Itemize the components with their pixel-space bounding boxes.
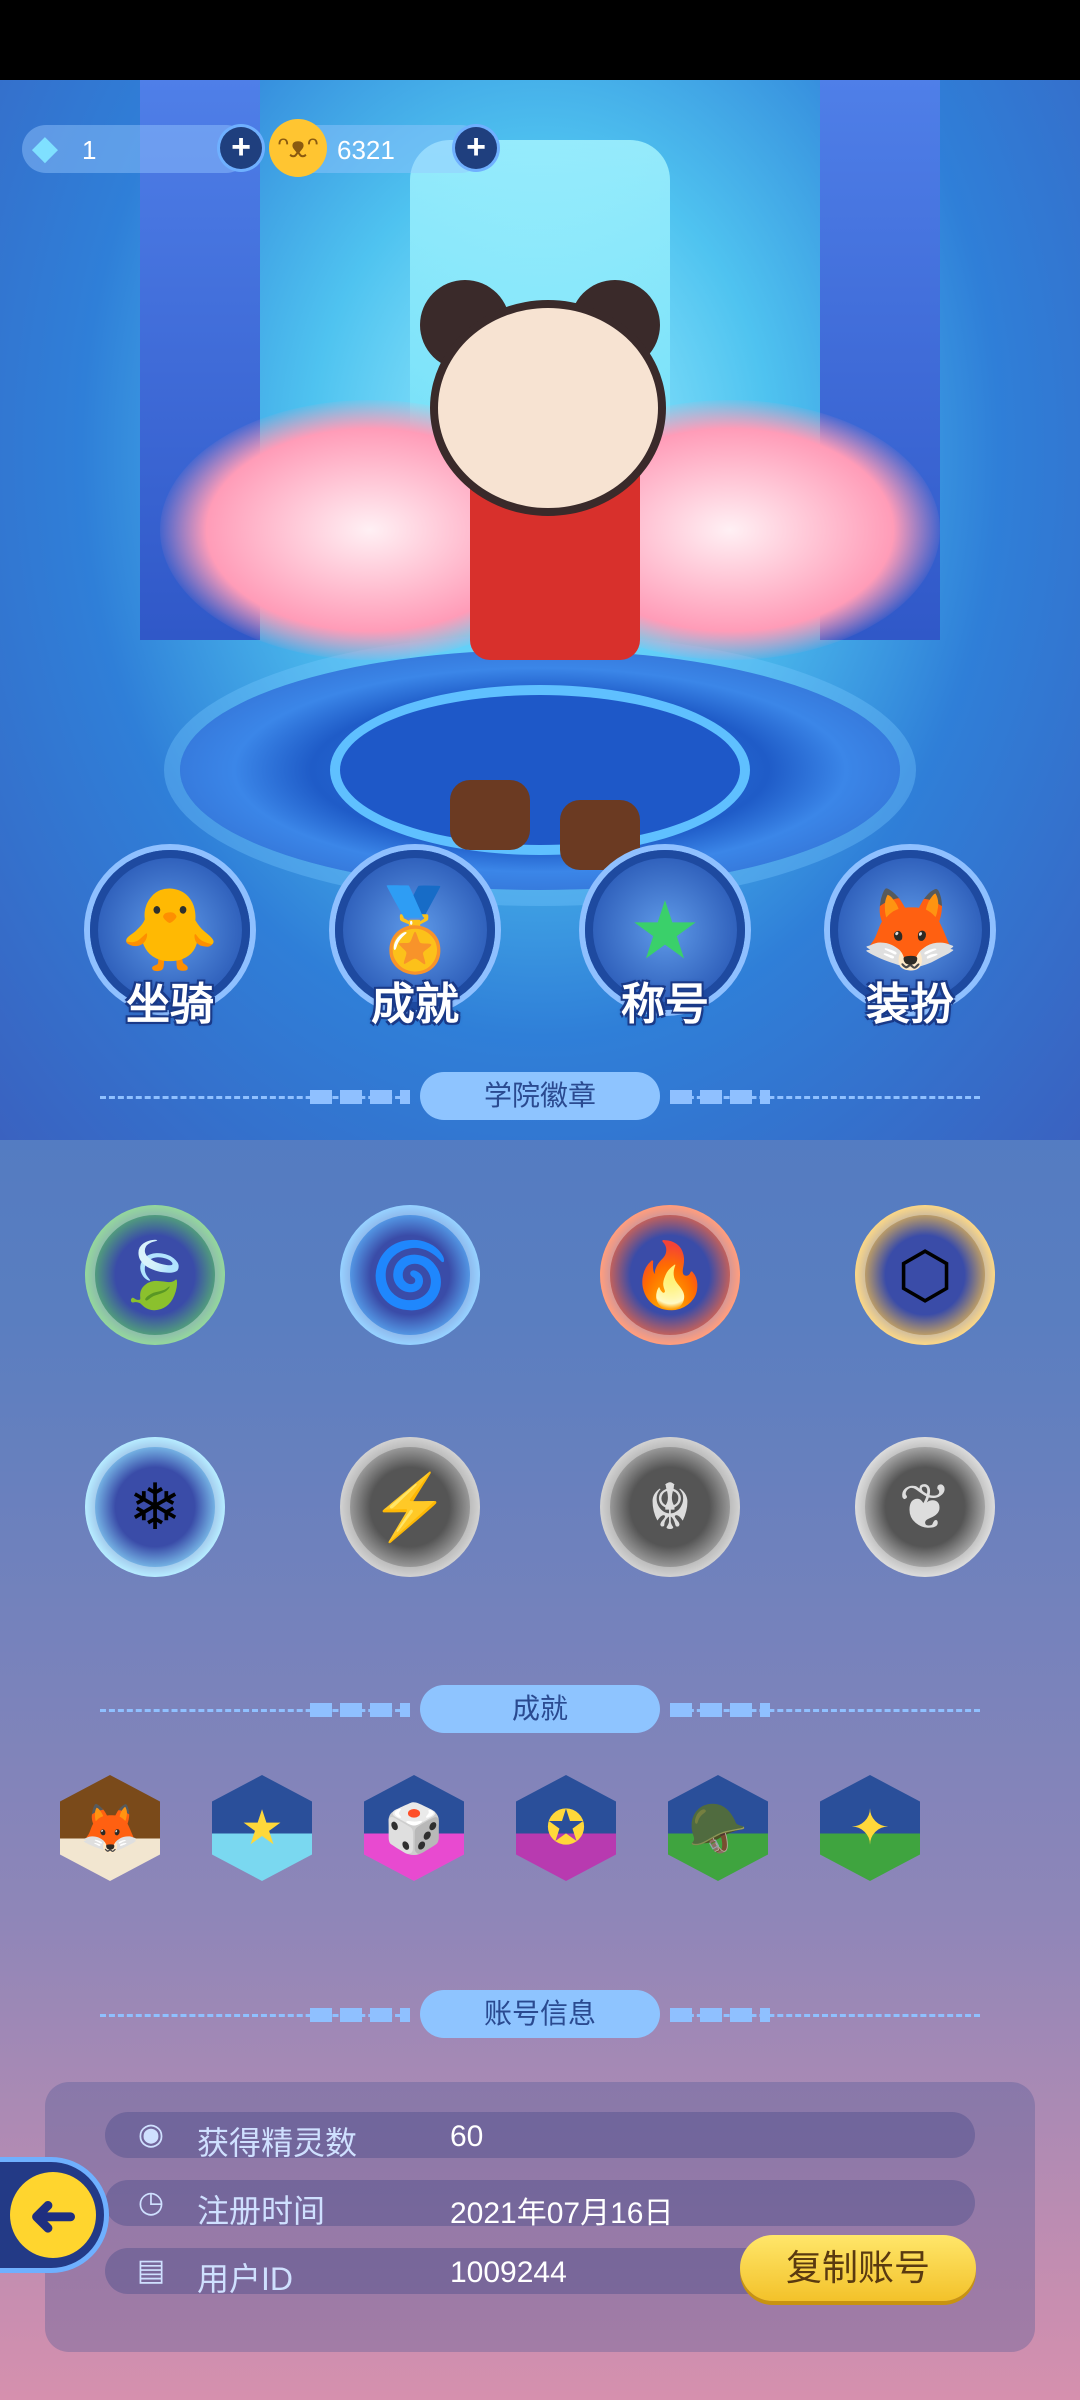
menu-title-label: 称号 xyxy=(621,980,709,1029)
achievement-star[interactable]: ★ xyxy=(212,1775,312,1881)
account-section-header: 账号信息 xyxy=(100,1990,980,2040)
register-time-value: 2021年07月16日 xyxy=(450,2197,674,2230)
achievement-wing-crest[interactable]: ✪ xyxy=(516,1775,616,1881)
back-button[interactable]: ➜ xyxy=(0,2162,104,2268)
achievement-military[interactable]: ✦ xyxy=(820,1775,920,1881)
achievement-fox[interactable]: 🦊 xyxy=(60,1775,160,1881)
badge-leaf[interactable]: 🍃 xyxy=(70,1190,240,1360)
badges-section-title: 学院徽章 xyxy=(420,1072,660,1120)
character-head[interactable] xyxy=(430,300,666,516)
coin-currency: ᵔᴥᵔ 6321 + xyxy=(269,119,497,177)
spirit-count-label: 获得精灵数 xyxy=(197,2125,358,2161)
badges-section-header: 学院徽章 xyxy=(100,1072,980,1122)
pokeball-icon: ◉ xyxy=(137,2118,165,2151)
wing-crest-icon: ✪ xyxy=(516,1775,616,1881)
fox-icon: 🦊 xyxy=(60,1775,160,1881)
back-arrow-icon: ➜ xyxy=(10,2172,96,2258)
earth-badge-icon: ⬡ xyxy=(855,1205,995,1345)
register-time-label: 注册时间 xyxy=(197,2193,326,2229)
dice-icon: 🎲 xyxy=(364,1775,464,1881)
diamond-currency: ◆ 1 + xyxy=(22,125,262,173)
water-badge-icon: 🌀 xyxy=(340,1205,480,1345)
badge-lightning-locked[interactable]: ⚡ xyxy=(325,1422,495,1592)
lightning-badge-icon: ⚡ xyxy=(340,1437,480,1577)
cat-coin-icon: ᵔᴥᵔ xyxy=(269,119,327,177)
dragon-badge-icon: ☬ xyxy=(600,1437,740,1577)
achievements-section-header: 成就 xyxy=(100,1685,980,1735)
achievements-section-title: 成就 xyxy=(420,1685,660,1733)
menu-achievement-label: 成就 xyxy=(371,980,459,1029)
diamond-count: 1 xyxy=(82,135,97,165)
soldier-icon: 🪖 xyxy=(668,1775,768,1881)
add-diamond-button[interactable]: + xyxy=(220,127,262,169)
menu-mount-label: 坐骑 xyxy=(126,980,214,1029)
copy-account-button[interactable]: 复制账号 xyxy=(740,2235,976,2301)
star-wreath-icon: ★ xyxy=(212,1775,312,1881)
wing-badge-icon: ❦ xyxy=(855,1437,995,1577)
leaf-badge-icon: 🍃 xyxy=(85,1205,225,1345)
user-id-label: 用户ID xyxy=(197,2261,294,2297)
account-section-title: 账号信息 xyxy=(420,1990,660,2038)
character-boot-left xyxy=(450,780,530,850)
military-crest-icon: ✦ xyxy=(820,1775,920,1881)
badge-earth[interactable]: ⬡ xyxy=(840,1190,1010,1360)
badge-dragon-locked[interactable]: ☬ xyxy=(585,1422,755,1592)
row-register-time: ◷ 注册时间 2021年07月16日 xyxy=(105,2180,975,2230)
menu-outfit[interactable]: 🦊 装扮 xyxy=(830,850,990,1030)
diamond-icon: ◆ xyxy=(31,129,59,167)
user-id-value: 1009244 xyxy=(450,2256,567,2289)
id-card-icon: ▤ xyxy=(136,2254,166,2287)
badge-ice[interactable]: ❄ xyxy=(70,1422,240,1592)
badge-water[interactable]: 🌀 xyxy=(325,1190,495,1360)
spirit-count-value: 60 xyxy=(450,2120,484,2153)
menu-outfit-label: 装扮 xyxy=(866,980,954,1029)
ice-badge-icon: ❄ xyxy=(85,1437,225,1577)
badge-wing-locked[interactable]: ❦ xyxy=(840,1422,1010,1592)
menu-mount[interactable]: 🐥 坐骑 xyxy=(90,850,250,1030)
stage-platform-ring xyxy=(340,695,740,845)
achievement-soldier[interactable]: 🪖 xyxy=(668,1775,768,1881)
menu-achievement[interactable]: 🏅 成就 xyxy=(335,850,495,1030)
badge-fire[interactable]: 🔥 xyxy=(585,1190,755,1360)
status-bar xyxy=(0,0,1080,80)
add-coin-button[interactable]: + xyxy=(455,127,497,169)
coin-count: 6321 xyxy=(337,135,395,165)
clock-icon: ◷ xyxy=(137,2186,165,2219)
achievement-dice[interactable]: 🎲 xyxy=(364,1775,464,1881)
fire-badge-icon: 🔥 xyxy=(600,1205,740,1345)
menu-title[interactable]: ★ 称号 xyxy=(585,850,745,1030)
row-spirit-count: ◉ 获得精灵数 60 xyxy=(105,2112,975,2161)
